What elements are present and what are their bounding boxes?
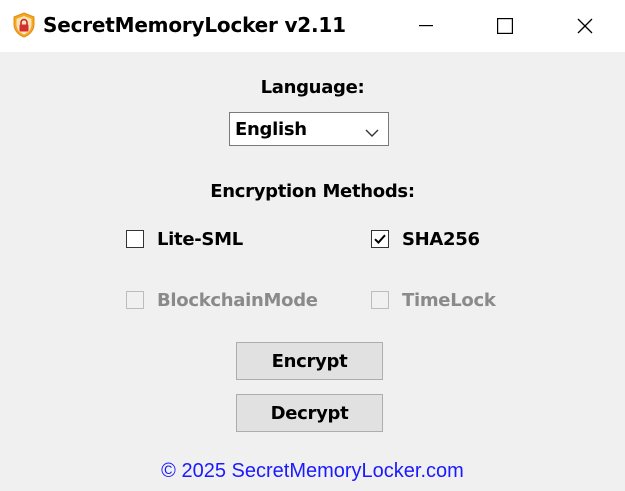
lite-sml-label[interactable]: Lite-SML <box>157 229 243 250</box>
timelock-checkbox <box>371 291 389 309</box>
chevron-down-icon <box>365 125 379 143</box>
blockchain-mode-label: BlockchainMode <box>157 290 318 311</box>
app-window: SecretMemoryLocker v2.11 Language: Engli… <box>0 0 625 491</box>
website-link[interactable]: © 2025 SecretMemoryLocker.com <box>0 460 625 483</box>
blockchain-mode-checkbox <box>126 291 144 309</box>
encrypt-button[interactable]: Encrypt <box>236 342 383 380</box>
title-bar[interactable]: SecretMemoryLocker v2.11 <box>0 0 625 52</box>
window-title: SecretMemoryLocker v2.11 <box>43 13 346 37</box>
decrypt-button[interactable]: Decrypt <box>236 394 383 432</box>
lite-sml-checkbox[interactable] <box>126 230 144 248</box>
minimize-icon <box>419 25 433 27</box>
close-icon <box>577 18 593 34</box>
shield-lock-icon <box>12 12 36 38</box>
language-select-value: English <box>235 119 307 140</box>
checkmark-icon <box>374 234 386 245</box>
sha256-checkbox[interactable] <box>371 230 389 248</box>
language-select[interactable]: English <box>229 112 389 146</box>
encryption-methods-label: Encryption Methods: <box>210 181 415 202</box>
close-button[interactable] <box>545 0 625 52</box>
maximize-icon <box>497 18 513 34</box>
language-label: Language: <box>260 77 365 98</box>
maximize-button[interactable] <box>465 0 545 52</box>
sha256-label[interactable]: SHA256 <box>402 229 480 250</box>
timelock-label: TimeLock <box>402 290 496 311</box>
minimize-button[interactable] <box>386 0 466 52</box>
